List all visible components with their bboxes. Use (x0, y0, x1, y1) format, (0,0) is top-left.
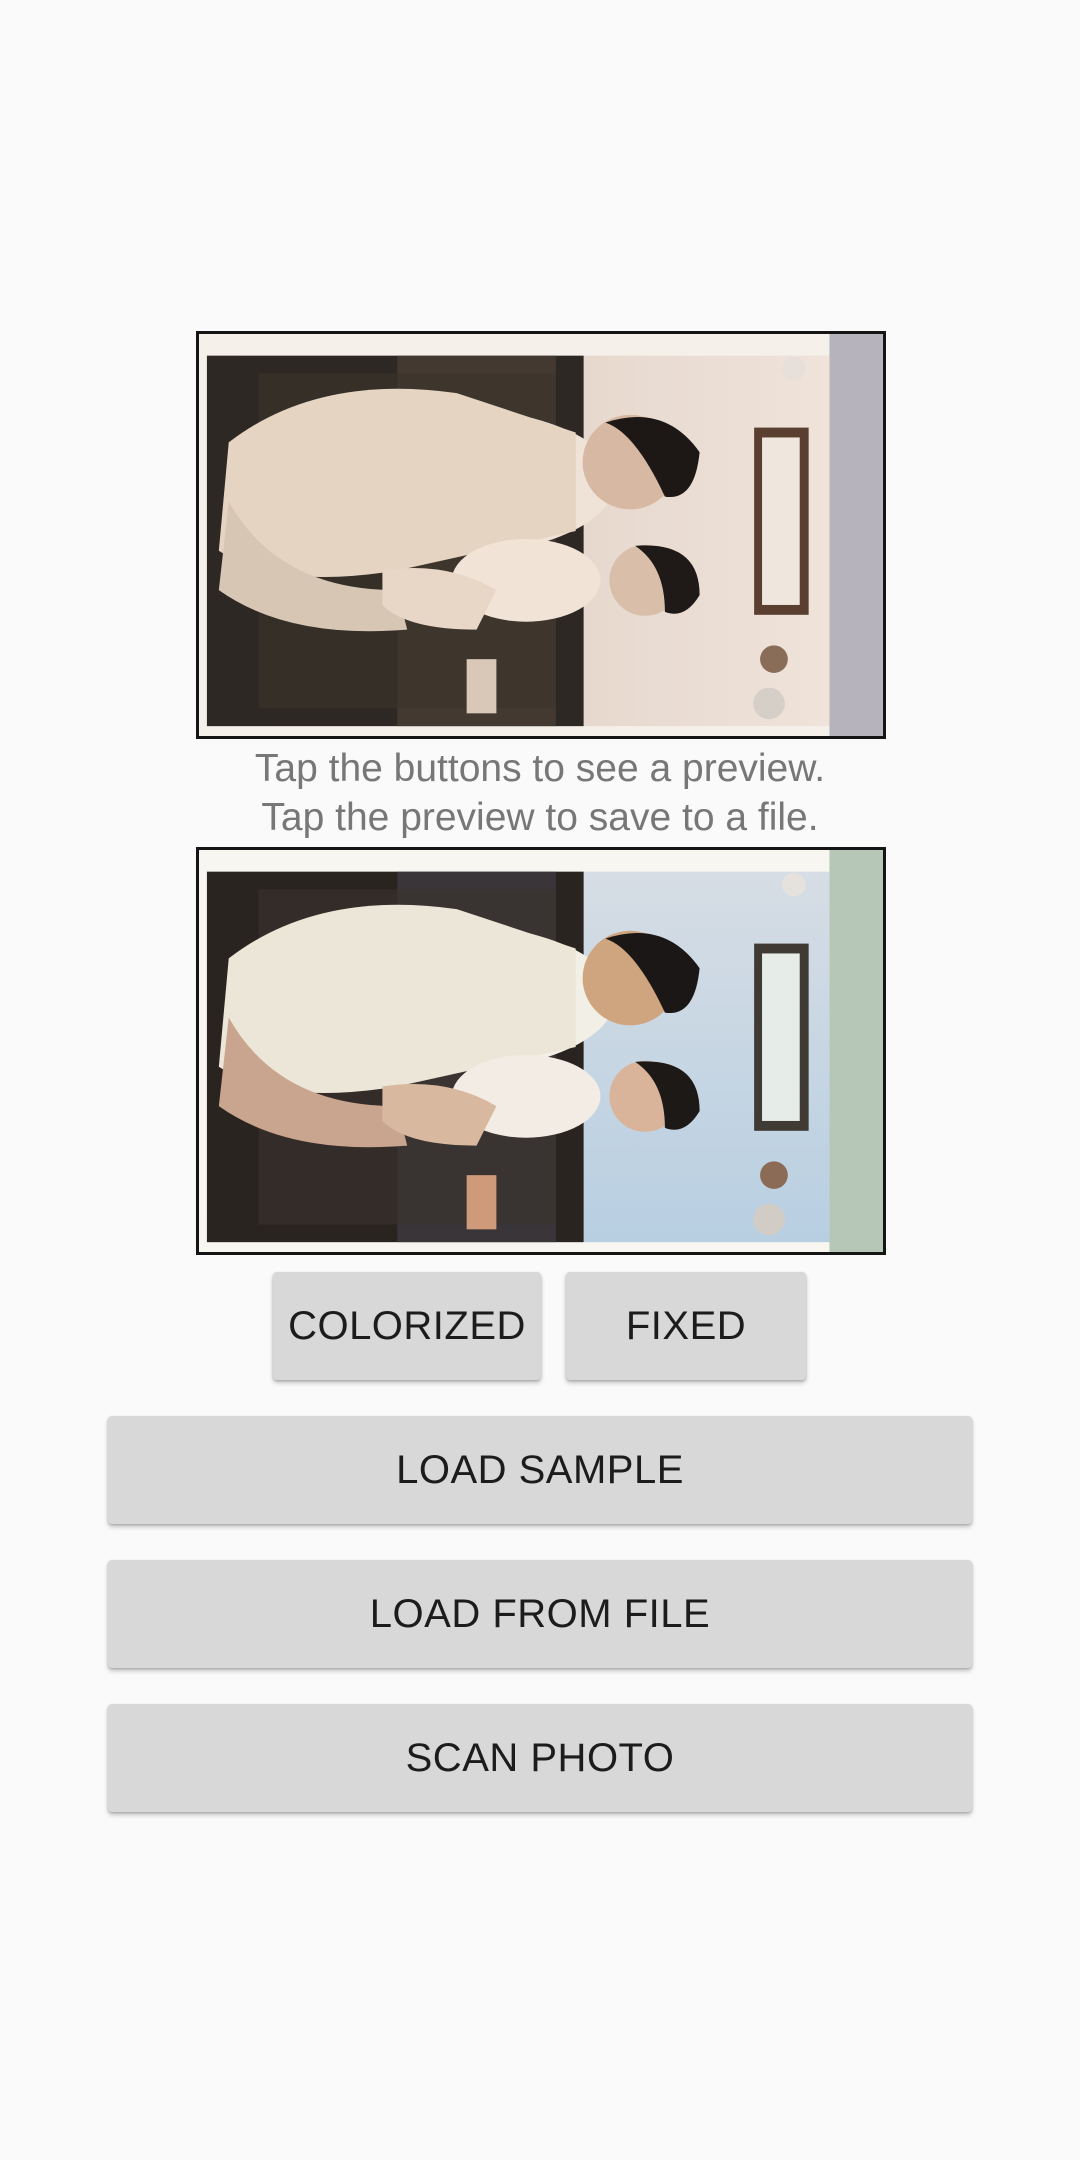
original-photo-image (199, 334, 883, 736)
load-from-file-button[interactable]: LOAD FROM FILE (108, 1560, 972, 1668)
preview-photo-image (199, 850, 883, 1252)
preview-photo[interactable] (196, 847, 886, 1255)
app-screen: Tap the buttons to see a preview. Tap th… (0, 0, 1080, 2160)
original-photo (196, 331, 886, 739)
hint-text-line-2: Tap the preview to save to a file. (261, 796, 819, 839)
hint-text-line-1: Tap the buttons to see a preview. (254, 747, 826, 790)
fixed-button[interactable]: FIXED (566, 1272, 806, 1380)
scan-photo-button[interactable]: SCAN PHOTO (108, 1704, 972, 1812)
colorized-button[interactable]: COLORIZED (273, 1272, 541, 1380)
load-sample-button[interactable]: LOAD SAMPLE (108, 1416, 972, 1524)
